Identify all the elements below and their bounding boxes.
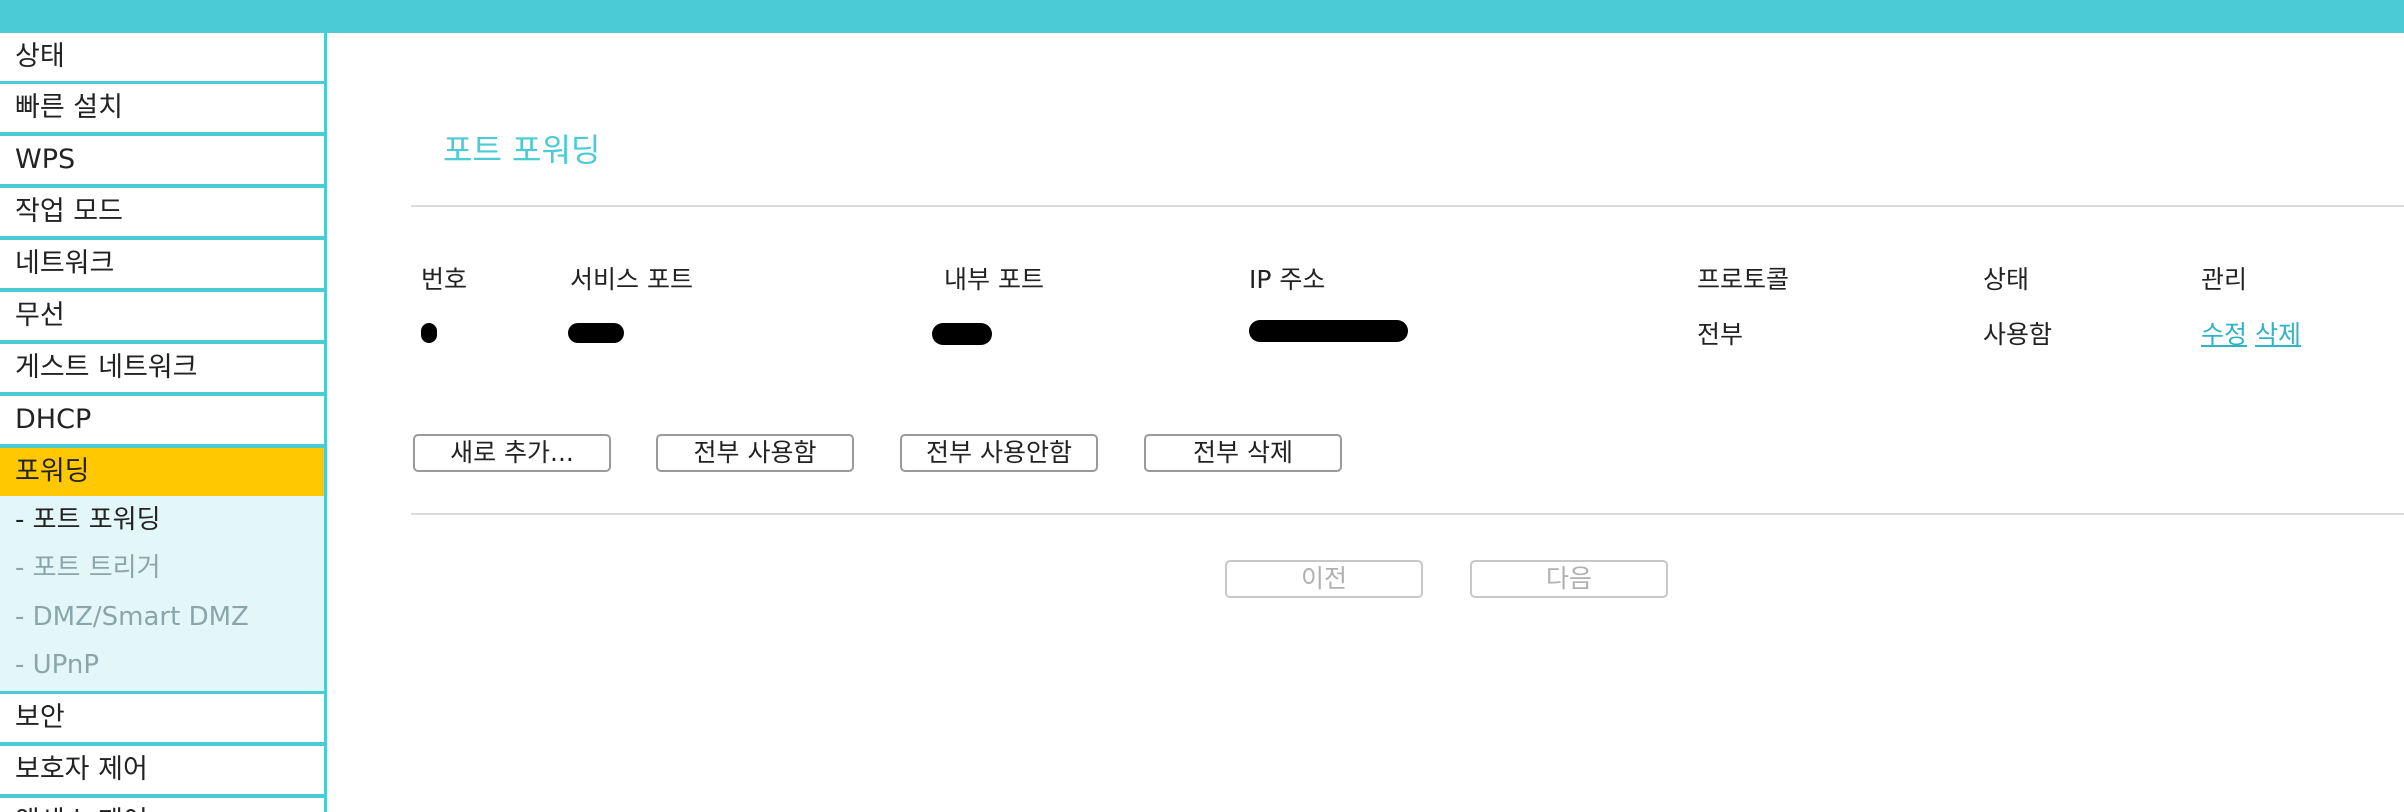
header-status: 상태 [1983, 265, 2030, 294]
main-content: 포트 포워딩 번호 서비스 포트 내부 포트 IP 주소 프로토콜 상태 관리 … [343, 33, 2404, 812]
page-title: 포트 포워딩 [443, 131, 601, 169]
header-manage: 관리 [2201, 265, 2248, 294]
header-internal-port: 내부 포트 [944, 265, 1044, 294]
add-new-button[interactable]: 새로 추가... [413, 434, 611, 472]
next-page-button[interactable]: 다음 [1470, 560, 1668, 598]
enable-all-button[interactable]: 전부 사용함 [656, 434, 854, 472]
redacted-ip-address [1249, 320, 1408, 342]
disable-all-button[interactable]: 전부 사용안함 [900, 434, 1098, 472]
header-number: 번호 [421, 265, 468, 294]
redacted-service-port [568, 323, 624, 343]
sidebar-item-operation-mode[interactable]: 작업 모드 [0, 188, 324, 236]
prev-page-button[interactable]: 이전 [1225, 560, 1423, 598]
sidebar-item-parental-control[interactable]: 보호자 제어 [0, 746, 324, 794]
sidebar-item-security[interactable]: 보안 [0, 694, 324, 742]
submenu-dmz[interactable]: - DMZ/Smart DMZ [0, 593, 324, 641]
sidebar-item-wps[interactable]: WPS [0, 136, 324, 184]
sidebar-item-quick-setup[interactable]: 빠른 설치 [0, 84, 324, 132]
cell-manage: 수정 삭제 [2201, 315, 2301, 351]
sidebar-item-status[interactable]: 상태 [0, 33, 324, 81]
header-protocol: 프로토콜 [1697, 265, 1790, 294]
title-divider [411, 205, 2404, 207]
cell-status: 사용함 [1983, 320, 2053, 349]
delete-link[interactable]: 삭제 [2255, 320, 2301, 349]
header-ip-address: IP 주소 [1249, 265, 1326, 294]
submenu-port-forwarding[interactable]: - 포트 포워딩 [0, 496, 324, 544]
edit-link[interactable]: 수정 [2201, 320, 2247, 349]
top-bar [0, 0, 2404, 33]
cell-protocol: 전부 [1697, 320, 1744, 349]
sidebar-item-access-control[interactable]: 액세스 제어 [0, 798, 324, 812]
header-service-port: 서비스 포트 [570, 265, 693, 294]
buttons-divider [411, 513, 2404, 515]
sidebar-item-wireless[interactable]: 무선 [0, 292, 324, 340]
delete-all-button[interactable]: 전부 삭제 [1144, 434, 1342, 472]
submenu-port-triggering[interactable]: - 포트 트리거 [0, 544, 324, 592]
sidebar-item-forwarding[interactable]: 포워딩 [0, 448, 324, 496]
sidebar-item-network[interactable]: 네트워크 [0, 240, 324, 288]
sidebar-item-guest-network[interactable]: 게스트 네트워크 [0, 344, 324, 392]
submenu-upnp[interactable]: - UPnP [0, 641, 324, 689]
sidebar-item-dhcp[interactable]: DHCP [0, 396, 324, 444]
redacted-number [421, 323, 437, 343]
redacted-internal-port [932, 323, 992, 345]
sidebar: 상태 빠른 설치 WPS 작업 모드 네트워크 무선 게스트 네트워크 DHCP… [0, 33, 327, 812]
